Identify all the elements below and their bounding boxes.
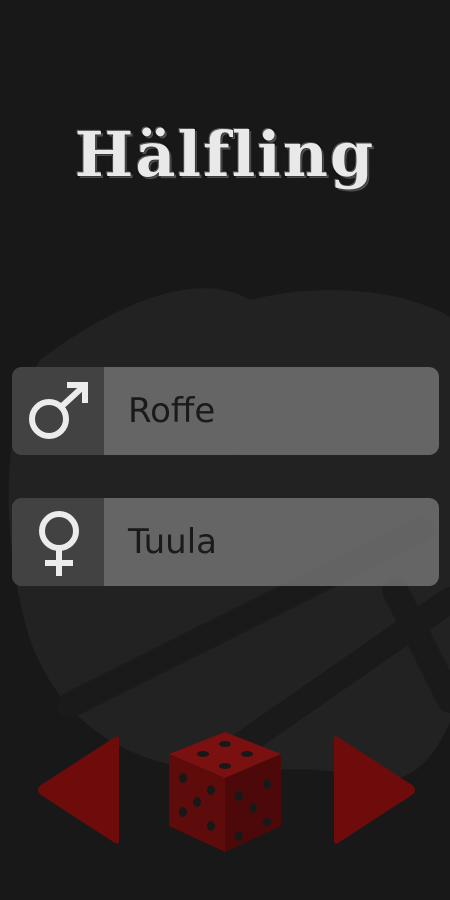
next-button[interactable]: [330, 735, 418, 845]
dice-icon: [169, 732, 281, 852]
male-name-label: Roffe: [128, 391, 216, 431]
right-triangle-icon: [334, 736, 415, 844]
female-name-label: Tuula: [128, 522, 217, 562]
female-name-button[interactable]: Tuula: [12, 498, 439, 586]
male-name-button[interactable]: Roffe: [12, 367, 439, 455]
female-symbol-icon: [12, 498, 104, 586]
app-title: Hälfling: [74, 118, 376, 191]
left-triangle-icon: [38, 736, 119, 844]
randomize-button[interactable]: [163, 728, 287, 856]
previous-button[interactable]: [35, 735, 123, 845]
male-symbol-icon: [12, 367, 104, 455]
